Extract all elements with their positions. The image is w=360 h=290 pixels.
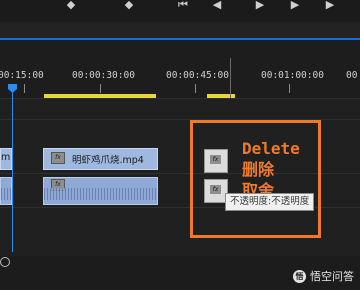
clip-label: mp <box>1 152 11 163</box>
tick-mark <box>195 84 196 93</box>
diamond-icon[interactable]: ◆ <box>122 0 136 10</box>
work-area-bar[interactable] <box>44 94 156 98</box>
time-ruler[interactable]: 00:15:00 00:00:30:00 00:00:45:00 00:01:0… <box>0 40 360 99</box>
tooltip: 不透明度:不透明度 <box>225 193 315 211</box>
time-tick: 00:15:00 <box>0 70 44 81</box>
step-back-icon[interactable]: ⏮ <box>176 0 190 10</box>
loop-icon[interactable]: ▶ <box>323 0 337 10</box>
stop-icon[interactable]: ▶ <box>288 0 302 10</box>
playhead-line <box>12 92 13 252</box>
tick-mark <box>289 84 290 93</box>
time-tick: 00:00:30:00 <box>72 70 135 81</box>
zoom-scroll-handle[interactable] <box>0 257 10 267</box>
video-clip[interactable]: fx 明虾鸡爪烧.mp4 <box>43 148 158 170</box>
video-clip[interactable]: mp <box>0 148 12 170</box>
fx-badge-icon: fx <box>51 152 65 164</box>
watermark-text: 悟空问答 <box>310 270 354 283</box>
step-forward-icon[interactable]: ▶ <box>253 0 267 10</box>
annotation-line: Delete <box>242 139 300 158</box>
tick-mark <box>100 84 101 93</box>
annotation-line: 取舍 <box>242 181 275 193</box>
time-tick: 00 <box>346 70 358 81</box>
annotation-text: Delete 删除 取舍 <box>242 138 300 193</box>
clip-label: 明虾鸡爪烧.mp4 <box>72 155 144 166</box>
annotation-line: 删除 <box>242 160 275 179</box>
hover-cursor-line <box>230 58 231 98</box>
marker-icon[interactable]: ◆ <box>64 0 78 10</box>
tick-mark <box>24 84 25 93</box>
play-icon[interactable]: ◀ <box>210 0 224 10</box>
time-tick: 00:01:00:00 <box>261 70 324 81</box>
time-tick: 00:00:45:00 <box>166 70 229 81</box>
transport-toolbar: ◆ ◆ ⏮ ◀ ▶ ▶ ▶ <box>0 0 360 22</box>
waveform <box>1 188 11 200</box>
wukong-logo-icon: 悟 <box>293 269 306 283</box>
watermark: 悟 悟空问答 <box>293 268 354 284</box>
waveform <box>44 188 157 200</box>
audio-clip[interactable]: fx <box>43 177 158 205</box>
audio-clip[interactable] <box>0 177 12 205</box>
